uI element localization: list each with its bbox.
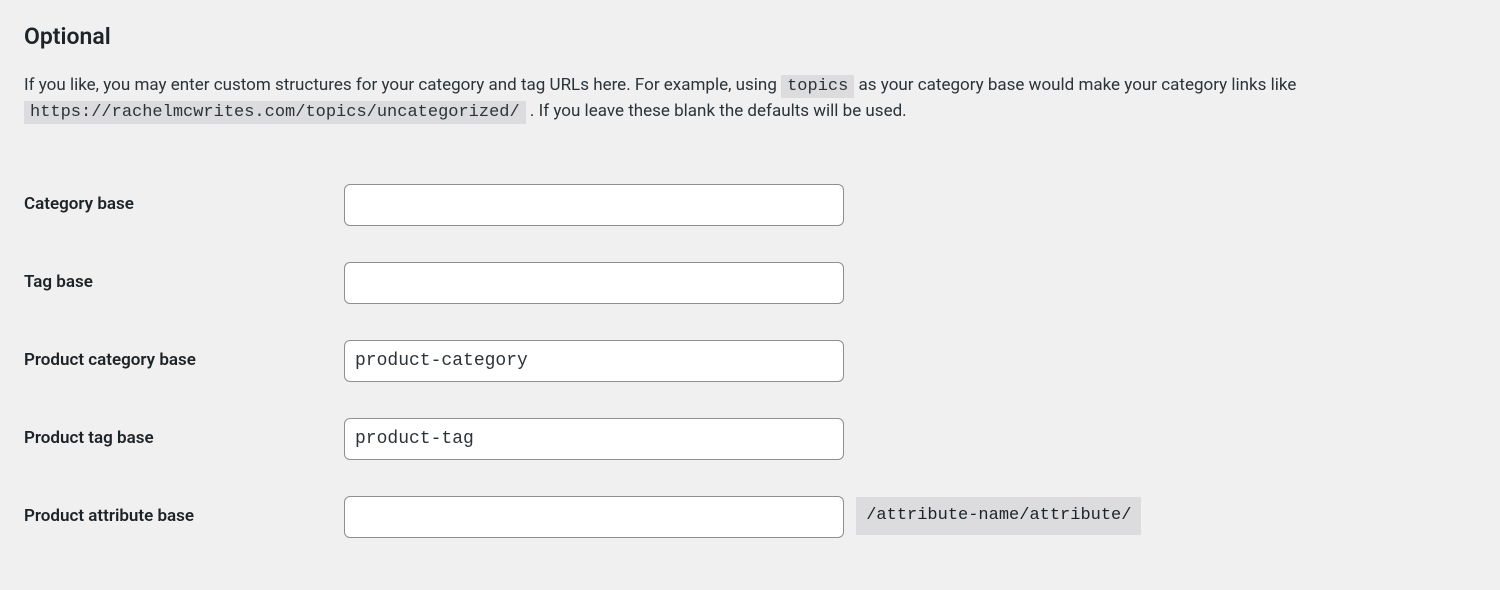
product-attribute-base-suffix: /attribute-name/attribute/ (856, 497, 1141, 535)
category-base-label: Category base (24, 166, 344, 244)
description-text-part2: as your category base would make your ca… (859, 75, 1297, 95)
description-code-topics: topics (781, 75, 854, 98)
product-category-base-input[interactable] (344, 340, 844, 382)
product-tag-base-input[interactable] (344, 418, 844, 460)
section-description: If you like, you may enter custom struct… (24, 73, 1476, 126)
product-attribute-base-input[interactable] (344, 496, 844, 538)
tag-base-label: Tag base (24, 244, 344, 322)
optional-settings-table: Category base Tag base Product category … (24, 166, 1476, 556)
product-attribute-base-label: Product attribute base (24, 478, 344, 556)
tag-base-input[interactable] (344, 262, 844, 304)
category-base-input[interactable] (344, 184, 844, 226)
description-text-part1: If you like, you may enter custom struct… (24, 75, 781, 95)
description-code-url: https://rachelmcwrites.com/topics/uncate… (24, 101, 526, 124)
product-tag-base-label: Product tag base (24, 400, 344, 478)
section-heading: Optional (24, 20, 1476, 55)
product-category-base-label: Product category base (24, 322, 344, 400)
description-text-part3: . If you leave these blank the defaults … (530, 101, 907, 121)
